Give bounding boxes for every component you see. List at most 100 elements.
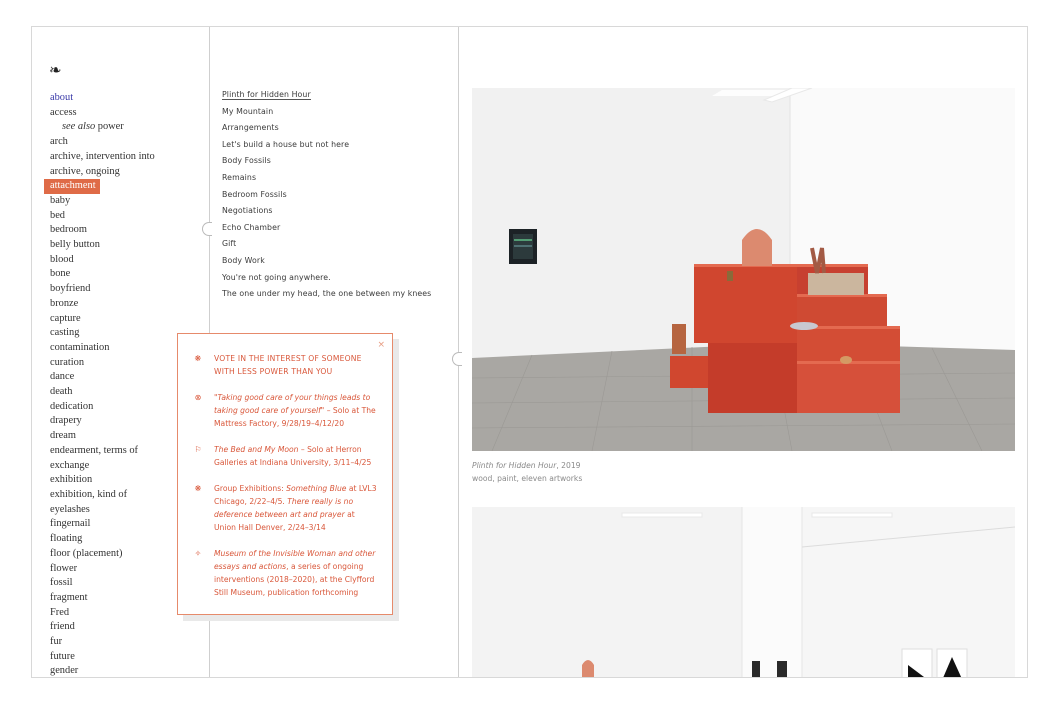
index-item[interactable]: dedication bbox=[50, 400, 155, 415]
index-item[interactable]: endearment, terms of bbox=[50, 444, 155, 459]
work-title: The one under my head, the one between m… bbox=[222, 289, 432, 299]
popup-entry[interactable]: ❋ Group Exhibitions: Something Blue at LV… bbox=[192, 482, 378, 534]
entry-title: The Bed and My Moon bbox=[214, 445, 299, 454]
fleuron-logo-icon[interactable]: ❧ bbox=[49, 61, 62, 79]
entry-text: Group Exhibitions: bbox=[214, 484, 287, 493]
index-item[interactable]: fingernail bbox=[50, 517, 155, 532]
index-item[interactable]: eyelashes bbox=[50, 503, 155, 518]
entry-bullet-icon: ❋ bbox=[194, 354, 202, 363]
index-item[interactable]: floor (placement) bbox=[50, 547, 155, 562]
work-list-item[interactable]: You're not going anywhere. bbox=[222, 270, 431, 287]
close-icon[interactable]: × bbox=[377, 340, 385, 350]
work-list-item[interactable]: Let's build a house but not here bbox=[222, 137, 431, 154]
index-item[interactable]: fur bbox=[50, 635, 155, 650]
work-title: Gift bbox=[222, 239, 237, 249]
work-title: My Mountain bbox=[222, 106, 274, 116]
works-list: Plinth for Hidden Hour My Mountain Arrange… bbox=[222, 87, 431, 303]
index-item[interactable]: curation bbox=[50, 356, 155, 371]
entry-text: VOTE IN THE INTEREST OF SOMEONE WITH LES… bbox=[214, 354, 362, 376]
image-caption: Plinth for Hidden Hour, 2019 wood, paint… bbox=[472, 459, 582, 485]
popup-entries: ❋ VOTE IN THE INTEREST OF SOMEONE WITH LE… bbox=[192, 352, 378, 599]
caption-medium: wood, paint, eleven artworks bbox=[472, 474, 583, 483]
work-list-item[interactable]: Body Work bbox=[222, 253, 431, 270]
index-item[interactable]: blood bbox=[50, 253, 155, 268]
index-item[interactable]: belly button bbox=[50, 238, 155, 253]
popup-entry[interactable]: ✧ Museum of the Invisible Woman and other… bbox=[192, 547, 378, 599]
index-item[interactable]: about bbox=[50, 91, 155, 106]
index-item[interactable]: death bbox=[50, 385, 155, 400]
work-list-item[interactable]: My Mountain bbox=[222, 104, 431, 121]
installation-photo-2-illustration bbox=[472, 507, 1015, 677]
caption-year: , 2019 bbox=[556, 461, 581, 470]
work-title: Negotiations bbox=[222, 206, 273, 216]
work-title: Bedroom Fossils bbox=[222, 189, 287, 199]
work-title: Remains bbox=[222, 172, 257, 182]
work-list-item[interactable]: Arrangements bbox=[222, 120, 431, 137]
work-list-item[interactable]: Gift bbox=[222, 236, 431, 253]
index-item[interactable]: archive, ongoing bbox=[50, 165, 155, 180]
work-list-item[interactable]: Negotiations bbox=[222, 203, 431, 220]
index-item[interactable]: contamination bbox=[50, 341, 155, 356]
entry-bullet-icon: ⊗ bbox=[194, 393, 202, 402]
index-item[interactable]: fragment bbox=[50, 591, 155, 606]
work-title: Arrangements bbox=[222, 123, 279, 133]
index-item[interactable]: friend bbox=[50, 620, 155, 635]
index-item[interactable]: floating bbox=[50, 532, 155, 547]
work-list-item[interactable]: Body Fossils bbox=[222, 153, 431, 170]
images-column[interactable]: Plinth for Hidden Hour, 2019 wood, paint… bbox=[460, 27, 1027, 677]
work-title: Plinth for Hidden Hour bbox=[222, 90, 311, 100]
work-title: Body Work bbox=[222, 255, 265, 265]
entry-bullet-icon: ⚐ bbox=[194, 445, 202, 454]
work-title: Echo Chamber bbox=[222, 222, 281, 232]
work-list-item[interactable]: Bedroom Fossils bbox=[222, 187, 431, 204]
work-list-item[interactable]: Echo Chamber bbox=[222, 220, 431, 237]
index-item[interactable]: bone bbox=[50, 267, 155, 282]
index-item[interactable]: fossil bbox=[50, 576, 155, 591]
index-item[interactable]: exhibition bbox=[50, 473, 155, 488]
index-item[interactable]: casting bbox=[50, 326, 155, 341]
index-item[interactable]: arch bbox=[50, 135, 155, 150]
index-item[interactable]: gender bbox=[50, 664, 155, 677]
popup-entry[interactable]: ⚐ The Bed and My Moon – Solo at Herron Ga… bbox=[192, 443, 378, 469]
work-title: You're not going anywhere. bbox=[222, 272, 331, 282]
index-item[interactable]: attachment bbox=[44, 179, 100, 194]
index-item[interactable]: bedroom bbox=[50, 223, 155, 238]
entry-bullet-icon: ✧ bbox=[194, 549, 202, 558]
index-item[interactable]: future bbox=[50, 650, 155, 665]
index-item[interactable]: access bbox=[50, 106, 155, 121]
index-item[interactable]: boyfriend bbox=[50, 282, 155, 297]
popup-entry[interactable]: ❋ VOTE IN THE INTEREST OF SOMEONE WITH LE… bbox=[192, 352, 378, 378]
entry-bullet-icon: ❋ bbox=[194, 484, 202, 493]
see-also-label: see also bbox=[62, 121, 96, 133]
index-item[interactable]: exhibition, kind of bbox=[50, 488, 155, 503]
news-popup: × ❋ VOTE IN THE INTEREST OF SOMEONE WITH … bbox=[177, 333, 393, 615]
popup-entry[interactable]: ⊗ "Taking good care of your things leads … bbox=[192, 391, 378, 430]
see-also-target[interactable]: power bbox=[95, 121, 124, 132]
work-list-item[interactable]: Remains bbox=[222, 170, 431, 187]
work-list-item[interactable]: Plinth for Hidden Hour bbox=[222, 87, 431, 104]
index-item[interactable]: drapery bbox=[50, 414, 155, 429]
index-item[interactable]: capture bbox=[50, 312, 155, 327]
column-resize-handle-right[interactable] bbox=[452, 352, 462, 366]
index-item[interactable]: bronze bbox=[50, 297, 155, 312]
installation-photo-illustration bbox=[472, 88, 1015, 451]
installation-photo-2 bbox=[472, 507, 1015, 677]
work-list-item[interactable]: The one under my head, the one between m… bbox=[222, 286, 431, 303]
caption-title: Plinth for Hidden Hour bbox=[472, 461, 557, 470]
index-item[interactable]: dream bbox=[50, 429, 155, 444]
column-resize-handle-left[interactable] bbox=[202, 222, 212, 236]
index-item[interactable]: exchange bbox=[50, 459, 155, 474]
index-item[interactable]: flower bbox=[50, 562, 155, 577]
index-list: about access see also power arch archive, in… bbox=[44, 91, 155, 677]
index-item[interactable]: see also power bbox=[50, 120, 155, 135]
entry-title: Something Blue bbox=[286, 484, 347, 493]
index-item[interactable]: baby bbox=[50, 194, 155, 209]
installation-photo bbox=[472, 88, 1015, 451]
index-item[interactable]: archive, intervention into bbox=[50, 150, 155, 165]
index-item[interactable]: Fred bbox=[50, 606, 155, 621]
index-item[interactable]: dance bbox=[50, 370, 155, 385]
work-title: Let's build a house but not here bbox=[222, 139, 350, 149]
work-title: Body Fossils bbox=[222, 156, 271, 166]
page-frame: ❧ about access see also power arch archive, … bbox=[31, 26, 1028, 678]
index-item[interactable]: bed bbox=[50, 209, 155, 224]
